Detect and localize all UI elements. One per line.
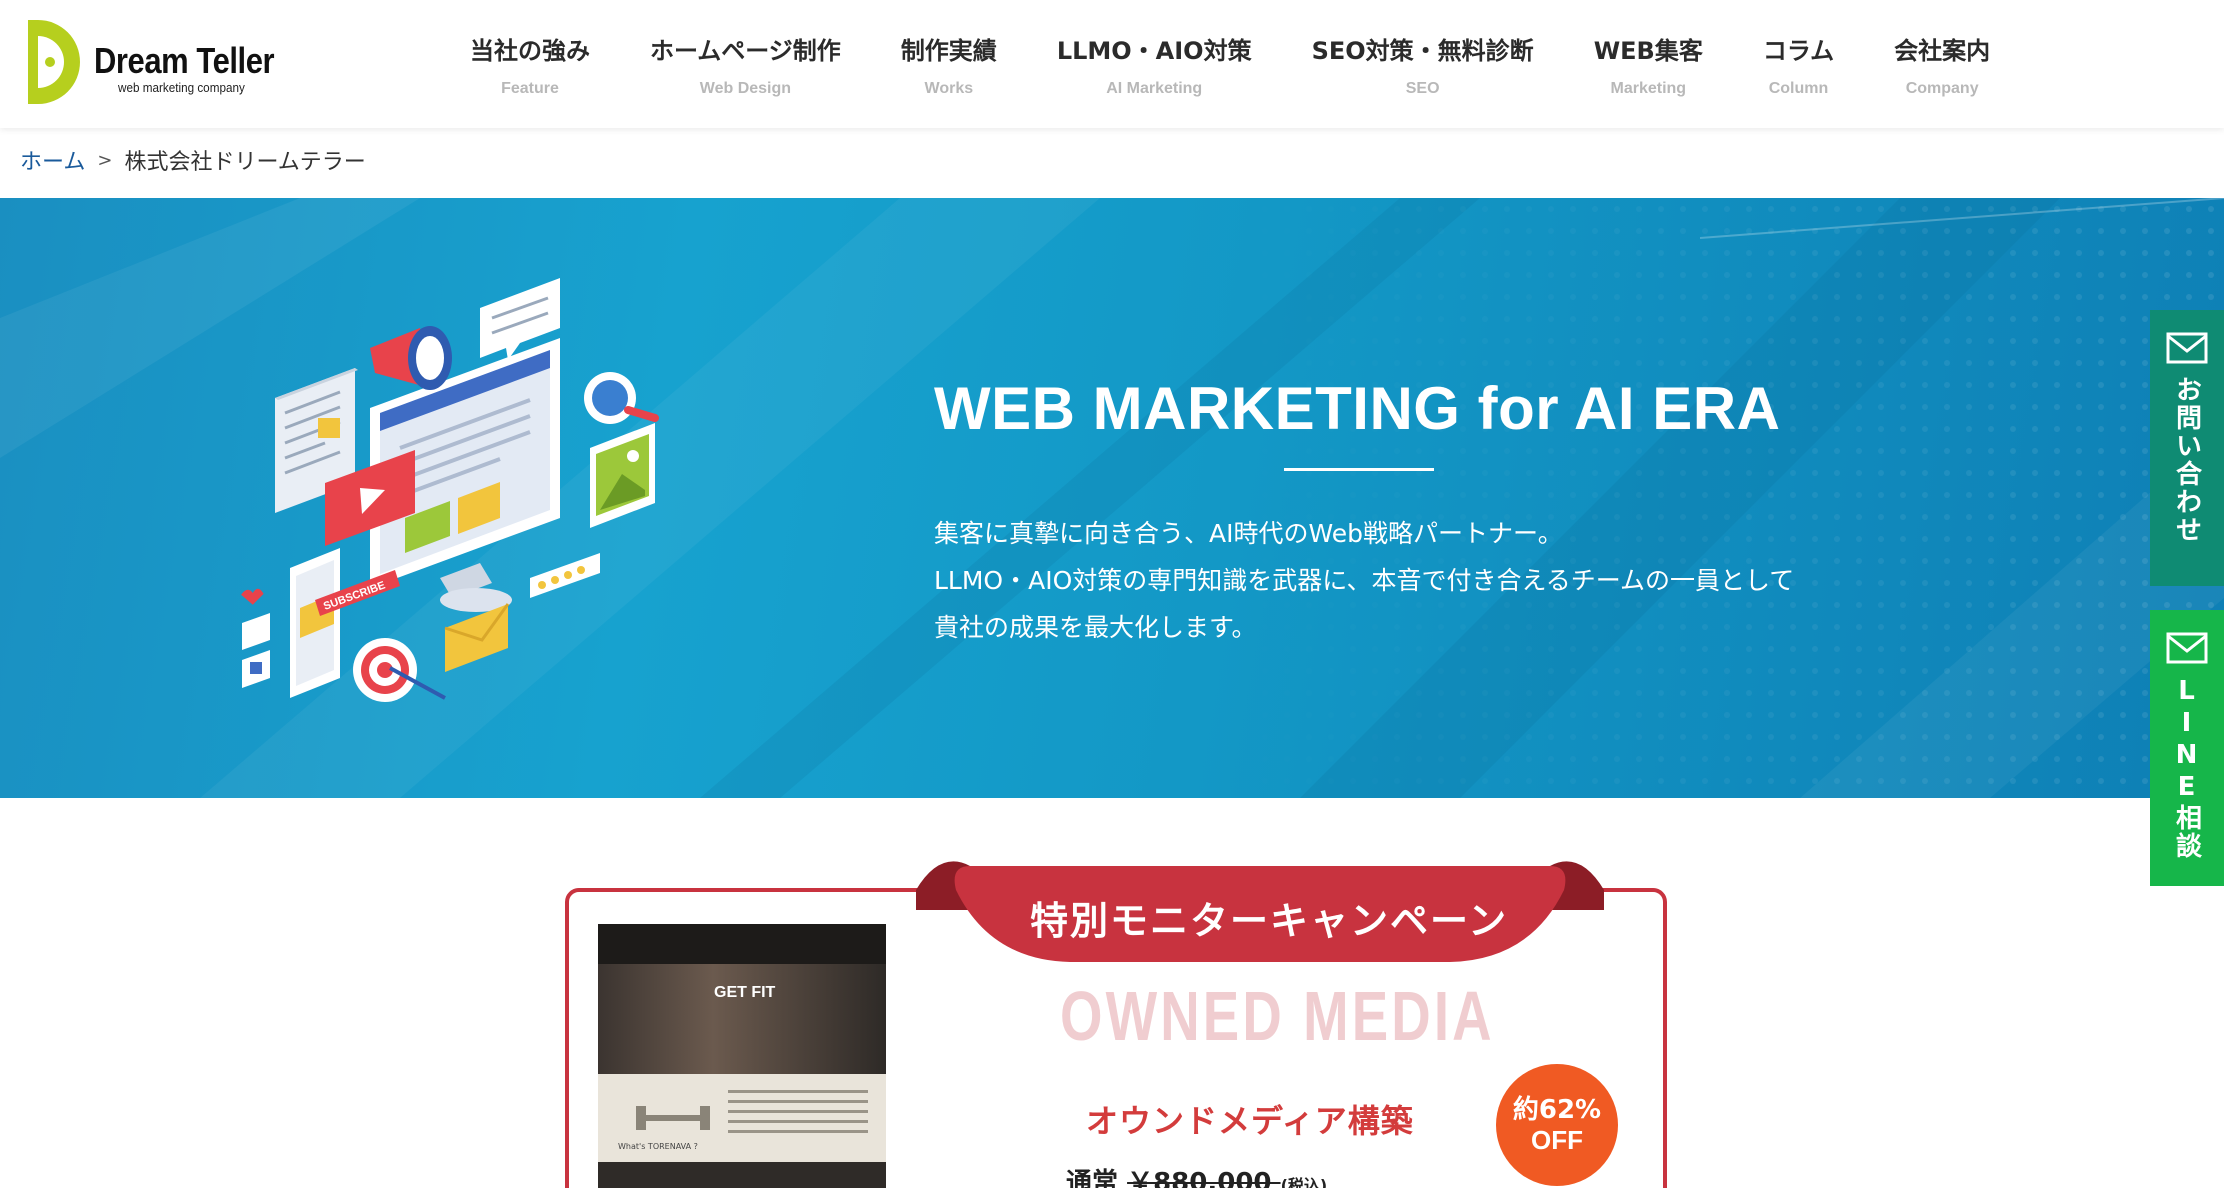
nav-sublabel: AI Marketing (1106, 79, 1203, 97)
nav-label: LLMO・AIO対策 (1056, 36, 1252, 65)
dumbbell-icon (636, 1106, 710, 1130)
logo-tagline: web marketing company (118, 80, 245, 95)
campaign-regular-price: 通常 ￥880,000 (税込) (1066, 1162, 1327, 1188)
nav-label: SEO対策・無料診断 (1311, 36, 1534, 65)
nav-item-company[interactable]: 会社案内 Company (1864, 0, 2020, 128)
nav-label: 制作実績 (900, 36, 997, 65)
nav-label: コラム (1762, 36, 1835, 65)
nav-item-marketing[interactable]: WEB集客 Marketing (1564, 0, 1733, 128)
price-tax: (税込) (1280, 1176, 1328, 1188)
screenshot-bottom (598, 1162, 886, 1188)
screenshot-hero-photo (598, 964, 886, 1074)
nav-item-ai-marketing[interactable]: LLMO・AIO対策 AI Marketing (1027, 0, 1282, 128)
nav-sublabel: Works (924, 79, 974, 97)
hero-line: 集客に真摯に向き合う、AI時代のWeb戦略パートナー。 (934, 519, 1563, 548)
nav-item-column[interactable]: コラム Column (1733, 0, 1864, 128)
screenshot-caption: What's TORENAVA ? (618, 1142, 698, 1151)
breadcrumb-separator: > (97, 149, 113, 171)
marketing-illustration: SUBSCRIBE (241, 278, 659, 702)
breadcrumb: ホーム > 株式会社ドリームテラー (20, 144, 366, 176)
site-header: Dream Teller web marketing company 当社の強み… (0, 0, 2224, 128)
page: Dream Teller web marketing company 当社の強み… (0, 0, 2224, 1188)
hero-divider (1284, 468, 1434, 471)
nav-sublabel: Feature (501, 79, 559, 97)
hero-line: LLMO・AIO対策の専門知識を武器に、本音で付き合えるチームの一員として (934, 566, 1795, 595)
hero-description: 集客に真摯に向き合う、AI時代のWeb戦略パートナー。 LLMO・AIO対策の専… (934, 510, 1794, 651)
hero-title: WEB MARKETING for AI ERA (934, 375, 1781, 442)
mail-icon (2166, 632, 2208, 664)
nav-item-works[interactable]: 制作実績 Works (871, 0, 1027, 128)
mail-icon (2166, 332, 2208, 364)
discount-badge: 約62% OFF (1496, 1064, 1618, 1186)
nav-sublabel: Marketing (1610, 79, 1687, 97)
campaign-headline-jp: オウンドメディア構築 (1086, 1102, 1414, 1140)
line-consult-side-tab-label: LINE相談 (2171, 676, 2202, 860)
nav-item-web-design[interactable]: ホームページ制作 Web Design (620, 0, 871, 128)
breadcrumb-home-link[interactable]: ホーム (20, 144, 85, 176)
nav-sublabel: Company (1905, 79, 1979, 97)
discount-percent: 約62% (1512, 1095, 1602, 1125)
nav-label: 当社の強み (470, 36, 590, 65)
hero-banner: SUBSCRIBE WEB MARKETING for AI ERA 集客に真摯… (0, 198, 2224, 798)
line-consult-side-tab[interactable]: LINE相談 (2150, 610, 2224, 886)
nav-label: 会社案内 (1894, 36, 1991, 65)
nav-sublabel: Web Design (699, 79, 792, 97)
main-nav: 当社の強み Feature ホームページ制作 Web Design 制作実績 W… (440, 0, 2020, 128)
campaign-site-screenshot: GET FIT What's TORENAVA ? (598, 924, 886, 1188)
nav-label: ホームページ制作 (650, 36, 841, 65)
logo-name: Dream Teller (94, 40, 275, 81)
contact-side-tab[interactable]: お問い合わせ (2150, 310, 2224, 586)
price-amount: ￥880,000 (1127, 1168, 1272, 1188)
screenshot-text-lines (728, 1090, 868, 1140)
nav-item-feature[interactable]: 当社の強み Feature (440, 0, 620, 128)
campaign-ribbon-title: 特別モニターキャンペーン (1030, 899, 1509, 943)
breadcrumb-current: 株式会社ドリームテラー (124, 150, 366, 175)
price-value: ￥880,000 (税込) (1127, 1168, 1327, 1188)
nav-sublabel: Column (1768, 79, 1829, 97)
logo-mark-icon (28, 20, 80, 104)
screenshot-topbar (598, 924, 886, 964)
screenshot-headline: GET FIT (714, 984, 776, 1001)
campaign-headline-en: OWNED MEDIA (1060, 977, 1495, 1055)
discount-word: OFF (1531, 1125, 1583, 1155)
nav-sublabel: SEO (1405, 79, 1440, 97)
contact-side-tab-label: お問い合わせ (2171, 376, 2202, 544)
price-label: 通常 (1066, 1168, 1119, 1188)
hero-line: 貴社の成果を最大化します。 (934, 613, 1257, 642)
logo[interactable]: Dream Teller web marketing company (28, 14, 288, 110)
nav-label: WEB集客 (1593, 36, 1703, 65)
nav-item-seo[interactable]: SEO対策・無料診断 SEO (1282, 0, 1564, 128)
